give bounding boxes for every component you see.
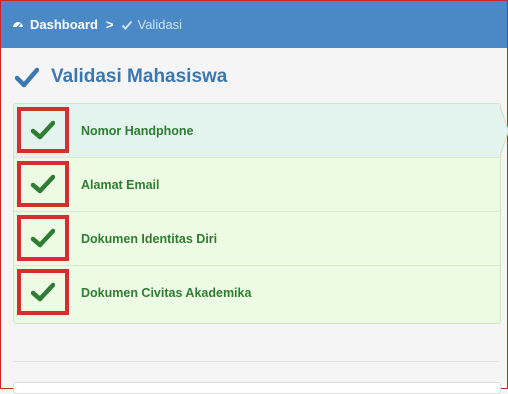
check-icon bbox=[17, 269, 69, 315]
validation-item-label: Nomor Handphone bbox=[81, 123, 194, 138]
dashboard-icon bbox=[12, 19, 24, 31]
page-title-row: Validasi Mahasiswa bbox=[15, 64, 227, 90]
validation-item-dokumen-civitas[interactable]: Dokumen Civitas Akademika bbox=[14, 266, 500, 319]
check-icon bbox=[121, 19, 133, 31]
page-title: Validasi Mahasiswa bbox=[51, 66, 228, 87]
breadcrumb-separator: > bbox=[105, 17, 114, 32]
active-pointer bbox=[499, 104, 508, 158]
check-icon bbox=[17, 107, 69, 153]
validation-item-alamat-email[interactable]: Alamat Email bbox=[14, 158, 500, 212]
validation-item-label: Dokumen Civitas Akademika bbox=[81, 285, 252, 300]
breadcrumb-current: Validasi bbox=[137, 17, 183, 32]
check-icon bbox=[17, 215, 69, 261]
validation-item-dokumen-identitas[interactable]: Dokumen Identitas Diri bbox=[14, 212, 500, 266]
section-divider bbox=[13, 361, 499, 362]
top-breadcrumb-bar: Dashboard > Validasi bbox=[1, 1, 507, 48]
next-panel bbox=[13, 382, 501, 394]
validation-item-label: Alamat Email bbox=[81, 177, 160, 192]
breadcrumb: Dashboard > Validasi bbox=[1, 17, 182, 32]
validation-item-nomor-handphone[interactable]: Nomor Handphone bbox=[14, 104, 508, 158]
validation-item-label: Dokumen Identitas Diri bbox=[81, 231, 218, 246]
validation-list: Nomor Handphone Alamat Email Dokumen Ide… bbox=[13, 103, 508, 324]
check-icon bbox=[15, 67, 39, 88]
breadcrumb-dashboard-link[interactable]: Dashboard bbox=[30, 17, 98, 32]
check-icon bbox=[17, 161, 69, 207]
